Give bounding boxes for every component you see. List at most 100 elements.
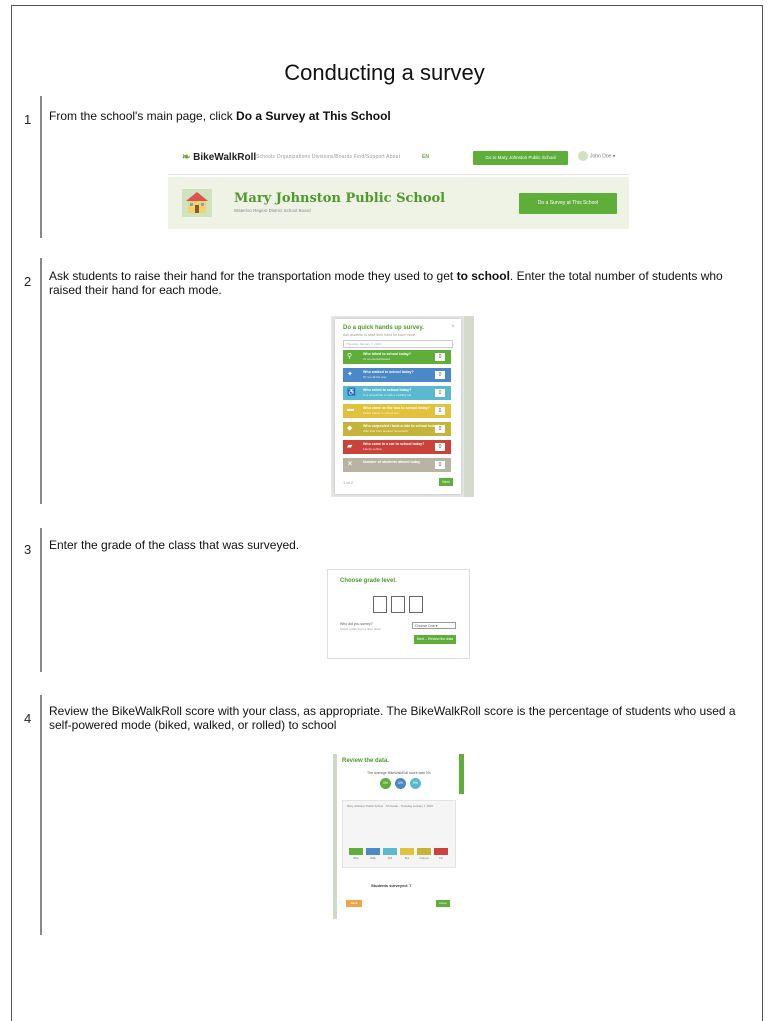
avatar bbox=[578, 151, 588, 161]
count-input[interactable]: 0 bbox=[435, 461, 445, 469]
mode-label: Roll bbox=[387, 857, 393, 860]
survey-modal: Do a quick hands up survey. × Ask studen… bbox=[335, 319, 461, 494]
mode-row: ▬ Who came on the bus to school today? Pub… bbox=[343, 404, 451, 418]
mode-question: Who rolled to school today? bbox=[363, 388, 412, 392]
mode-label: Carpool bbox=[419, 857, 429, 860]
background-page bbox=[464, 316, 474, 497]
step-divider bbox=[40, 258, 42, 504]
mode-question: Who biked to school today? bbox=[363, 352, 411, 356]
count-input[interactable]: 0 bbox=[435, 443, 445, 451]
step-text: From the school's main page, click Do a … bbox=[49, 109, 391, 123]
step-number: 2 bbox=[24, 274, 32, 289]
count-input[interactable]: 0 bbox=[435, 353, 445, 361]
grade-digit-box[interactable] bbox=[373, 596, 387, 613]
background-page bbox=[333, 754, 337, 919]
pager: 1 of 2 bbox=[343, 480, 354, 485]
next-button[interactable]: Next bbox=[439, 478, 453, 486]
mode-bar bbox=[434, 848, 448, 855]
score-summary: The average BikeWalkRoll score was 0% bbox=[367, 771, 431, 775]
count-input[interactable]: 0 bbox=[435, 407, 445, 415]
mode-hint: In a wheelchair or with a mobility aid bbox=[363, 393, 412, 397]
step-number: 3 bbox=[24, 542, 32, 557]
mode-row: ▰ Who came in a car to school today? Famil… bbox=[343, 440, 451, 454]
mode-row: ♿ Who rolled to school today? In a wheelch… bbox=[343, 386, 451, 400]
do-a-survey-button[interactable]: Do a Survey at This School bbox=[519, 193, 617, 214]
step-number: 1 bbox=[24, 112, 32, 127]
step-number: 4 bbox=[24, 711, 32, 726]
results-caption: Mary Johnston Public School · 7th Grade … bbox=[347, 804, 433, 808]
mode-label: Bike bbox=[353, 857, 359, 860]
grade-digit-box[interactable] bbox=[409, 596, 423, 613]
date-select[interactable]: Thursday January 7, 2016 bbox=[343, 340, 453, 348]
mode-hint: Family vehicle bbox=[363, 447, 383, 451]
modal-title: Choose grade level. bbox=[340, 578, 397, 584]
mode-label: Walk bbox=[370, 857, 376, 860]
students-surveyed: Students surveyed: 7 bbox=[371, 883, 412, 888]
mode-row: ✦ Who walked to school today? Or ran all t… bbox=[343, 368, 451, 382]
modal-title: Do a quick hands up survey. bbox=[343, 325, 424, 331]
school-icon bbox=[182, 189, 212, 217]
count-input[interactable]: 0 bbox=[435, 371, 445, 379]
screenshot-school-page: ❧ BikeWalkRoll Schools Organizations Div… bbox=[168, 142, 629, 229]
screenshot-grade-level: Choose grade level. Who did you survey? … bbox=[327, 569, 470, 659]
roll-icon: ♿ bbox=[347, 389, 356, 396]
grade-select[interactable]: Choose One ▾ bbox=[412, 622, 456, 629]
score-circle: 0% bbox=[380, 778, 391, 789]
step-divider bbox=[40, 96, 42, 238]
bikewalkroll-logo[interactable]: ❧ BikeWalkRoll bbox=[182, 152, 256, 163]
mode-hint: Or scootered/skated bbox=[363, 357, 391, 361]
screenshot-hands-up-survey: Do a quick hands up survey. × Ask studen… bbox=[331, 316, 474, 497]
school-name: Mary Johnston Public School bbox=[234, 191, 446, 206]
survey-question: Who did you survey? bbox=[340, 622, 373, 626]
next-review-button[interactable]: Next – Review the data bbox=[414, 635, 456, 644]
modal-title: Review the data. bbox=[342, 758, 390, 764]
step-text: Ask students to raise their hand for the… bbox=[49, 269, 723, 297]
mode-question: Who came on the bus to school today? bbox=[363, 406, 430, 410]
mode-bar bbox=[366, 848, 380, 855]
mode-bar bbox=[417, 848, 431, 855]
site-nav: ❧ BikeWalkRoll Schools Organizations Div… bbox=[168, 142, 629, 175]
step-text: Enter the grade of the class that was su… bbox=[49, 538, 300, 552]
screenshot-review-data: Review the data. The average BikeWalkRol… bbox=[333, 754, 464, 919]
count-input[interactable]: 0 bbox=[435, 425, 445, 433]
step-text: Review the BikeWalkRoll score with your … bbox=[49, 704, 736, 732]
other-icon: ✕ bbox=[347, 461, 353, 468]
mode-row: ◆ Who carpooled / took a ride to school t… bbox=[343, 422, 451, 436]
count-input[interactable]: 0 bbox=[435, 389, 445, 397]
bus-icon: ▬ bbox=[347, 406, 354, 413]
back-button[interactable]: Back bbox=[346, 900, 362, 907]
modal-subtitle: Ask students to raise their hand for eac… bbox=[343, 333, 416, 337]
background-accent bbox=[459, 754, 464, 794]
mode-question: Number of students absent today bbox=[363, 460, 421, 464]
mode-row: ⚲ Who biked to school today? Or scootered/… bbox=[343, 350, 451, 364]
grade-digit-box[interactable] bbox=[391, 596, 405, 613]
step-emphasis: Do a Survey at This School bbox=[236, 109, 391, 123]
mode-label: Car bbox=[438, 857, 444, 860]
survey-question-hint: Select grade from a drop down bbox=[340, 627, 382, 631]
go-to-school-button[interactable]: Go to Mary Johnston Public School bbox=[473, 151, 568, 165]
car-icon: ▰ bbox=[347, 443, 353, 450]
step-divider bbox=[40, 528, 42, 672]
score-circle: 0% bbox=[410, 778, 421, 789]
walk-icon: ✦ bbox=[347, 371, 353, 378]
user-menu[interactable]: John Doe ▾ bbox=[578, 151, 615, 161]
score-circle: 0% bbox=[395, 778, 406, 789]
mode-question: Who carpooled / took a ride to school to… bbox=[363, 424, 440, 428]
mode-bar bbox=[383, 848, 397, 855]
carpool-icon: ◆ bbox=[347, 425, 353, 432]
school-board: Waterloo Region District School Board bbox=[234, 208, 311, 213]
leaf-icon: ❧ bbox=[182, 152, 191, 163]
close-icon[interactable]: × bbox=[451, 324, 455, 330]
school-banner: Mary Johnston Public School Waterloo Reg… bbox=[168, 177, 629, 229]
step-emphasis: to school bbox=[456, 269, 510, 283]
mode-row: ✕ Number of students absent today 0 bbox=[343, 458, 451, 472]
bike-icon: ⚲ bbox=[347, 353, 353, 360]
step-divider bbox=[40, 695, 42, 935]
language-toggle[interactable]: EN bbox=[422, 154, 429, 160]
nav-links[interactable]: Schools Organizations Divisions/Boards F… bbox=[256, 154, 400, 160]
mode-question: Who came in a car to school today? bbox=[363, 442, 425, 446]
results-panel: Mary Johnston Public School · 7th Grade … bbox=[342, 800, 456, 868]
mode-label: Bus bbox=[404, 857, 410, 860]
done-button[interactable]: Done bbox=[436, 900, 450, 907]
mode-bar bbox=[400, 848, 414, 855]
